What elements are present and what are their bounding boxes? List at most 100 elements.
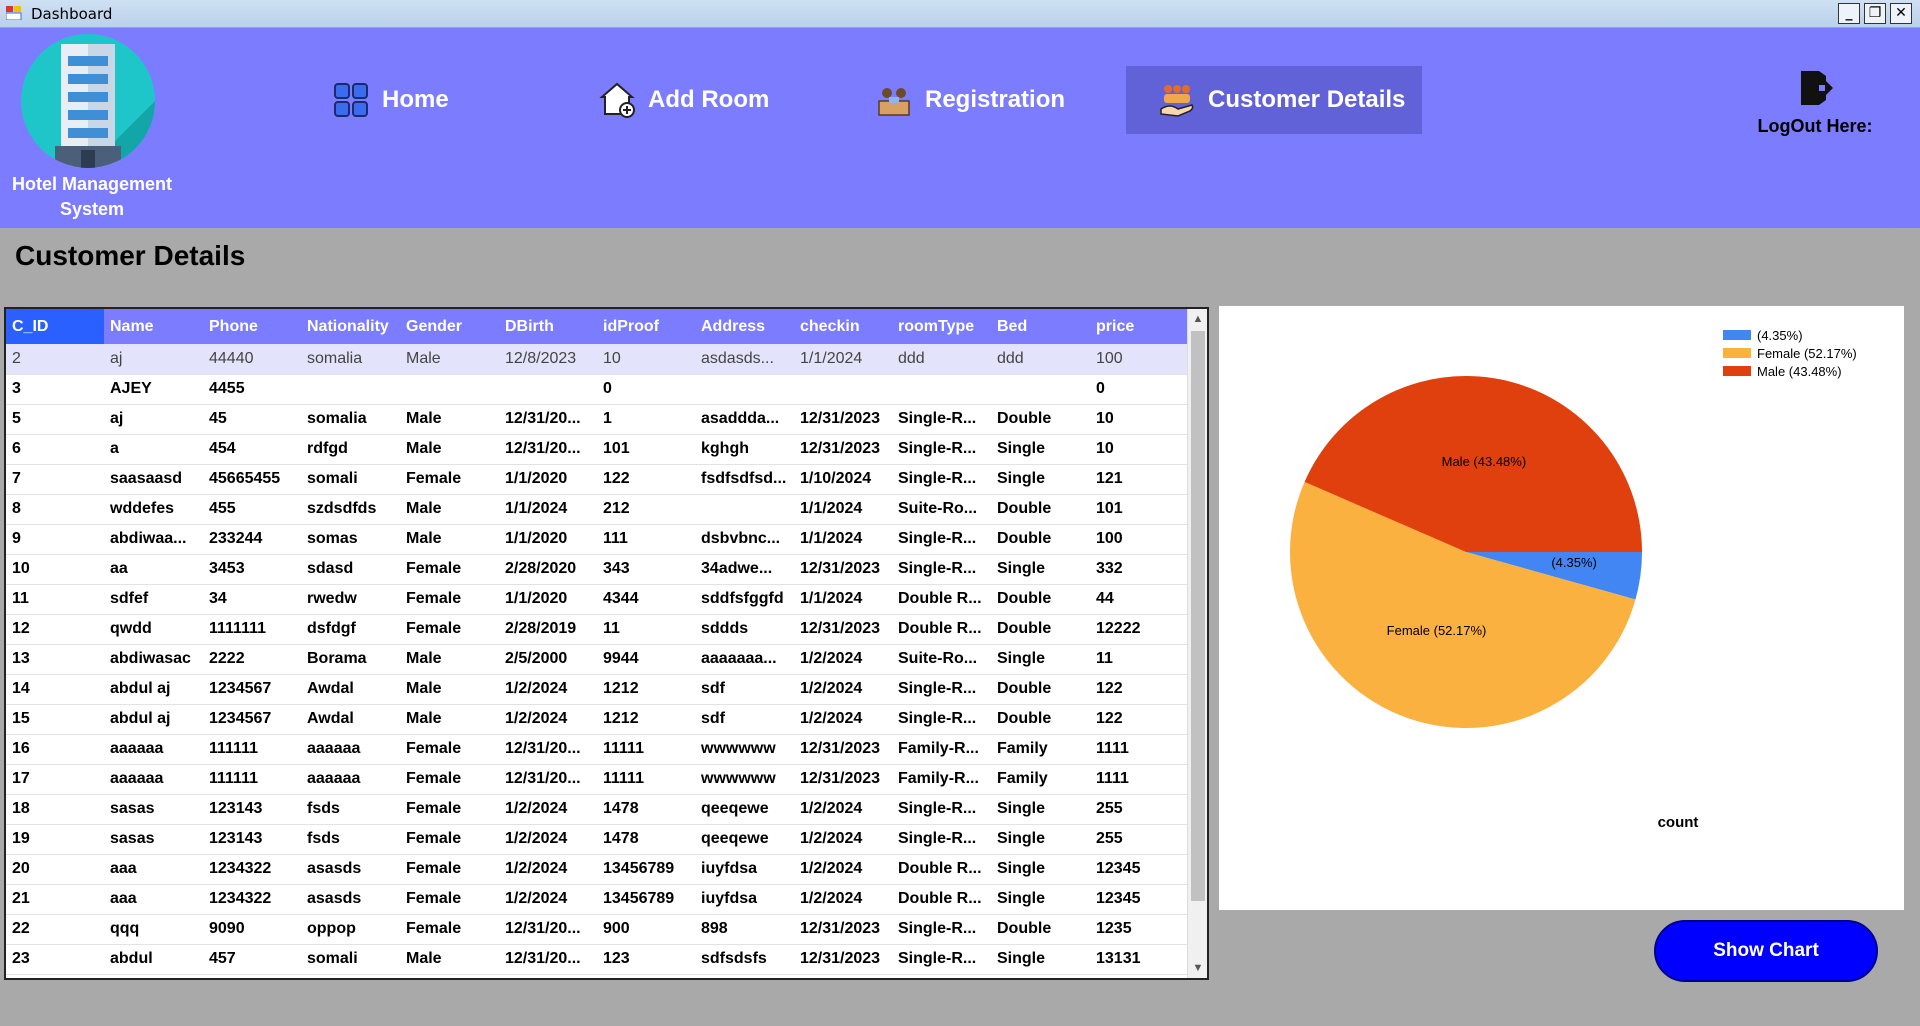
table-cell[interactable]: wwwwww [695, 734, 794, 765]
table-cell[interactable]: 17 [6, 764, 104, 795]
table-cell[interactable]: aaa [104, 854, 203, 885]
table-row[interactable]: 8 wddefes 455 szdsdfds Male 1/1/2024 212 1/1/20… [6, 494, 1190, 525]
table-cell[interactable]: 12/31/20... [499, 944, 597, 975]
table-cell[interactable]: 19 [6, 824, 104, 855]
table-cell[interactable]: Male [400, 404, 499, 435]
table-cell[interactable]: 45 [203, 404, 301, 435]
table-cell[interactable]: abdiwaa... [104, 524, 203, 555]
table-cell[interactable]: 12/31/2023 [794, 554, 892, 585]
table-cell[interactable]: 2222 [203, 644, 301, 675]
table-cell[interactable]: 12/31/2023 [794, 734, 892, 765]
table-cell[interactable]: 1/1/2024 [794, 584, 892, 615]
table-cell[interactable]: AJEY [104, 374, 203, 405]
table-cell[interactable]: aaaaaaa... [695, 644, 794, 675]
table-cell[interactable]: Single-R... [892, 434, 991, 465]
table-cell[interactable]: 1/1/2020 [499, 464, 597, 495]
table-cell[interactable]: 1/2/2024 [499, 794, 597, 825]
table-cell[interactable]: Male [400, 704, 499, 735]
table-cell[interactable]: Male [400, 494, 499, 525]
table-cell[interactable]: 7 [6, 464, 104, 495]
table-cell[interactable] [301, 374, 400, 405]
table-cell[interactable]: 44 [1090, 584, 1190, 615]
column-header[interactable]: price [1090, 309, 1190, 344]
column-header[interactable]: checkin [794, 309, 892, 344]
table-cell[interactable]: 12/31/20... [499, 434, 597, 465]
nav-customer-details[interactable]: Customer Details [1126, 66, 1422, 134]
table-cell[interactable]: 898 [695, 914, 794, 945]
table-cell[interactable]: Single [991, 884, 1090, 915]
table-cell[interactable]: Single-R... [892, 554, 991, 585]
table-cell[interactable]: 22 [6, 914, 104, 945]
column-header[interactable]: Phone [203, 309, 301, 344]
table-row[interactable]: 7 saasaasd 45665455 somali Female 1/1/2020 122… [6, 464, 1190, 495]
table-cell[interactable]: Female [400, 884, 499, 915]
table-cell[interactable]: 1/2/2024 [794, 854, 892, 885]
table-cell[interactable]: Double [991, 704, 1090, 735]
table-cell[interactable]: Female [400, 554, 499, 585]
table-cell[interactable]: Single-R... [892, 824, 991, 855]
table-row[interactable]: 12 qwdd 1111111 dsfdgf Female 2/28/2019 11 sddd… [6, 614, 1190, 645]
table-cell[interactable]: 1212 [597, 704, 695, 735]
scroll-thumb[interactable] [1191, 331, 1205, 901]
table-cell[interactable]: saasaasd [104, 464, 203, 495]
table-cell[interactable]: Double R... [892, 884, 991, 915]
table-cell[interactable]: Female [400, 794, 499, 825]
table-cell[interactable]: 1/2/2024 [794, 674, 892, 705]
table-row[interactable]: 10 aa 3453 sdasd Female 2/28/2020 343 34adwe...… [6, 554, 1190, 585]
table-cell[interactable]: 1235 [1090, 914, 1190, 945]
table-cell[interactable]: 1111 [1090, 734, 1190, 765]
table-cell[interactable]: sddfsfggfd [695, 584, 794, 615]
table-cell[interactable]: aaaaaa [104, 734, 203, 765]
table-cell[interactable]: Double R... [892, 614, 991, 645]
scroll-up-icon[interactable]: ▲ [1188, 309, 1207, 329]
table-cell[interactable]: 12/31/20... [499, 404, 597, 435]
table-cell[interactable]: 233244 [203, 524, 301, 555]
customer-grid[interactable]: C_ID Name Phone Nationality Gender DBirth idPr… [4, 307, 1209, 980]
table-cell[interactable]: 2/5/2000 [499, 644, 597, 675]
table-cell[interactable]: asaddda... [695, 404, 794, 435]
table-row[interactable]: 18 sasas 123143 fsds Female 1/2/2024 1478 qeeqe… [6, 794, 1190, 825]
nav-home[interactable]: Home [332, 66, 482, 134]
table-cell[interactable]: ddd [991, 344, 1090, 375]
table-cell[interactable]: 12/31/20... [499, 734, 597, 765]
table-row[interactable]: 6 a 454 rdfgd Male 12/31/20... 101 kghgh 12/31/2… [6, 434, 1190, 465]
table-cell[interactable]: 1234567 [203, 674, 301, 705]
minimize-button[interactable]: _ [1838, 3, 1860, 24]
table-cell[interactable]: 6 [6, 434, 104, 465]
table-cell[interactable]: 1/1/2020 [499, 524, 597, 555]
table-cell[interactable]: Male [400, 524, 499, 555]
table-cell[interactable]: 2/28/2019 [499, 614, 597, 645]
table-row[interactable]: 21 aaa 1234322 asasds Female 1/2/2024 13456789… [6, 884, 1190, 915]
table-cell[interactable] [695, 374, 794, 405]
table-row[interactable]: 9 abdiwaa... 233244 somas Male 1/1/2020 111 dsb… [6, 524, 1190, 555]
table-row[interactable]: 13 abdiwasac 2222 Borama Male 2/5/2000 9944 aaa… [6, 644, 1190, 675]
table-cell[interactable]: 100 [1090, 344, 1190, 375]
table-cell[interactable]: 2/28/2020 [499, 554, 597, 585]
table-row[interactable]: 2 aj 44440 somalia Male 12/8/2023 10 asdasds...… [6, 344, 1190, 375]
table-cell[interactable]: 455 [203, 494, 301, 525]
table-cell[interactable] [400, 374, 499, 405]
table-cell[interactable]: 12345 [1090, 854, 1190, 885]
table-cell[interactable]: 454 [203, 434, 301, 465]
table-cell[interactable]: Male [400, 644, 499, 675]
table-cell[interactable]: abdiwasac [104, 644, 203, 675]
table-row[interactable]: 14 abdul aj 1234567 Awdal Male 1/2/2024 1212 sd… [6, 674, 1190, 705]
table-cell[interactable]: somali [301, 944, 400, 975]
table-cell[interactable] [892, 374, 991, 405]
table-cell[interactable]: 900 [597, 914, 695, 945]
table-cell[interactable]: 4455 [203, 374, 301, 405]
table-cell[interactable]: 1/10/2024 [794, 464, 892, 495]
table-cell[interactable]: 1212 [597, 674, 695, 705]
table-cell[interactable]: qeeqewe [695, 794, 794, 825]
table-cell[interactable]: 34adwe... [695, 554, 794, 585]
table-cell[interactable]: Double [991, 674, 1090, 705]
table-cell[interactable]: Family [991, 734, 1090, 765]
table-cell[interactable]: 13456789 [597, 854, 695, 885]
table-cell[interactable]: 16 [6, 734, 104, 765]
column-header[interactable]: idProof [597, 309, 695, 344]
table-cell[interactable]: 21 [6, 884, 104, 915]
table-cell[interactable]: Male [400, 944, 499, 975]
table-cell[interactable]: 11111 [597, 734, 695, 765]
table-cell[interactable]: 123143 [203, 794, 301, 825]
table-cell[interactable]: Female [400, 734, 499, 765]
